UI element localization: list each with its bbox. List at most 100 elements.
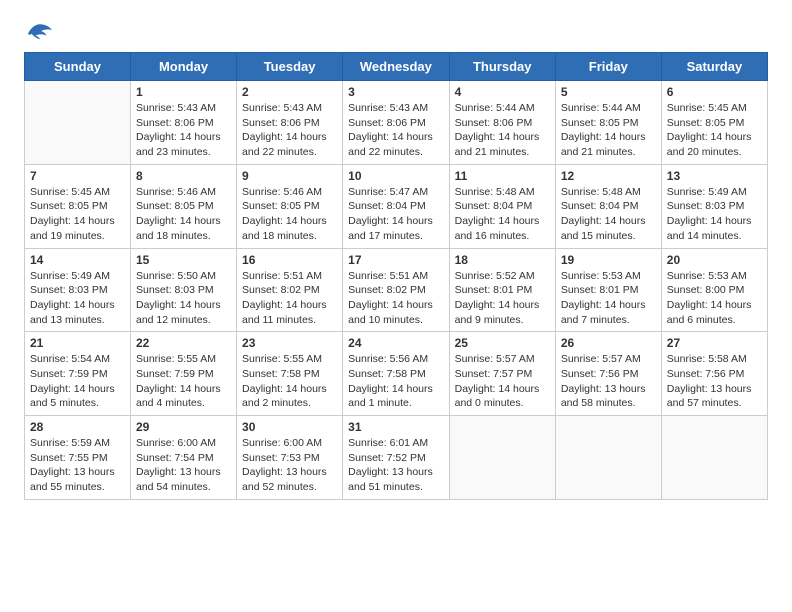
calendar-week-row: 28 Sunrise: 5:59 AM Sunset: 7:55 PM Dayli…: [25, 416, 768, 500]
day-info: Sunrise: 6:00 AM Sunset: 7:54 PM Dayligh…: [136, 436, 231, 495]
day-number: 10: [348, 169, 443, 183]
calendar-week-row: 7 Sunrise: 5:45 AM Sunset: 8:05 PM Daylig…: [25, 164, 768, 248]
day-info: Sunrise: 5:48 AM Sunset: 8:04 PM Dayligh…: [561, 185, 656, 244]
calendar-day-cell: 10 Sunrise: 5:47 AM Sunset: 8:04 PM Dayli…: [343, 164, 449, 248]
day-number: 2: [242, 85, 337, 99]
day-number: 4: [455, 85, 550, 99]
calendar-day-cell: 13 Sunrise: 5:49 AM Sunset: 8:03 PM Dayli…: [661, 164, 767, 248]
day-info: Sunrise: 5:53 AM Sunset: 8:00 PM Dayligh…: [667, 269, 762, 328]
calendar-day-header: Tuesday: [237, 53, 343, 81]
day-number: 13: [667, 169, 762, 183]
calendar-day-header: Saturday: [661, 53, 767, 81]
day-number: 14: [30, 253, 125, 267]
calendar-day-cell: 28 Sunrise: 5:59 AM Sunset: 7:55 PM Dayli…: [25, 416, 131, 500]
calendar-day-cell: 9Sunrise: 5:46 AM Sunset: 8:05 PM Daylig…: [237, 164, 343, 248]
day-info: Sunrise: 5:46 AM Sunset: 8:05 PM Dayligh…: [242, 185, 337, 244]
day-info: Sunrise: 5:43 AM Sunset: 8:06 PM Dayligh…: [348, 101, 443, 160]
day-number: 12: [561, 169, 656, 183]
calendar-day-cell: 3 Sunrise: 5:43 AM Sunset: 8:06 PM Daylig…: [343, 81, 449, 165]
day-number: 19: [561, 253, 656, 267]
calendar-day-cell: 21 Sunrise: 5:54 AM Sunset: 7:59 PM Dayli…: [25, 332, 131, 416]
day-number: 5: [561, 85, 656, 99]
day-number: 3: [348, 85, 443, 99]
calendar-day-cell: 16 Sunrise: 5:51 AM Sunset: 8:02 PM Dayli…: [237, 248, 343, 332]
calendar-day-cell: 5 Sunrise: 5:44 AM Sunset: 8:05 PM Daylig…: [555, 81, 661, 165]
calendar-day-cell: 4 Sunrise: 5:44 AM Sunset: 8:06 PM Daylig…: [449, 81, 555, 165]
day-number: 23: [242, 336, 337, 350]
calendar-header-row: SundayMondayTuesdayWednesdayThursdayFrid…: [25, 53, 768, 81]
calendar-day-cell: 22 Sunrise: 5:55 AM Sunset: 7:59 PM Dayli…: [131, 332, 237, 416]
day-info: Sunrise: 5:51 AM Sunset: 8:02 PM Dayligh…: [348, 269, 443, 328]
logo: [24, 20, 54, 42]
day-info: Sunrise: 5:57 AM Sunset: 7:56 PM Dayligh…: [561, 352, 656, 411]
calendar-day-header: Monday: [131, 53, 237, 81]
calendar-day-header: Wednesday: [343, 53, 449, 81]
calendar-day-cell: 20 Sunrise: 5:53 AM Sunset: 8:00 PM Dayli…: [661, 248, 767, 332]
header: [24, 20, 768, 42]
day-number: 31: [348, 420, 443, 434]
calendar-day-header: Friday: [555, 53, 661, 81]
day-info: Sunrise: 5:52 AM Sunset: 8:01 PM Dayligh…: [455, 269, 550, 328]
day-info: Sunrise: 5:44 AM Sunset: 8:05 PM Dayligh…: [561, 101, 656, 160]
day-number: 6: [667, 85, 762, 99]
calendar-day-cell: 29 Sunrise: 6:00 AM Sunset: 7:54 PM Dayli…: [131, 416, 237, 500]
day-number: 20: [667, 253, 762, 267]
day-number: 27: [667, 336, 762, 350]
calendar-day-cell: 8Sunrise: 5:46 AM Sunset: 8:05 PM Daylig…: [131, 164, 237, 248]
day-info: Sunrise: 5:43 AM Sunset: 8:06 PM Dayligh…: [136, 101, 231, 160]
calendar-day-cell: 12 Sunrise: 5:48 AM Sunset: 8:04 PM Dayli…: [555, 164, 661, 248]
calendar-day-header: Thursday: [449, 53, 555, 81]
calendar-week-row: 14 Sunrise: 5:49 AM Sunset: 8:03 PM Dayli…: [25, 248, 768, 332]
day-number: 8: [136, 169, 231, 183]
calendar-day-cell: 31 Sunrise: 6:01 AM Sunset: 7:52 PM Dayli…: [343, 416, 449, 500]
day-info: Sunrise: 5:45 AM Sunset: 8:05 PM Dayligh…: [30, 185, 125, 244]
calendar-day-cell: 19Sunrise: 5:53 AM Sunset: 8:01 PM Dayli…: [555, 248, 661, 332]
day-info: Sunrise: 5:55 AM Sunset: 7:58 PM Dayligh…: [242, 352, 337, 411]
day-info: Sunrise: 5:50 AM Sunset: 8:03 PM Dayligh…: [136, 269, 231, 328]
day-info: Sunrise: 5:57 AM Sunset: 7:57 PM Dayligh…: [455, 352, 550, 411]
day-info: Sunrise: 5:47 AM Sunset: 8:04 PM Dayligh…: [348, 185, 443, 244]
day-info: Sunrise: 5:49 AM Sunset: 8:03 PM Dayligh…: [667, 185, 762, 244]
day-number: 22: [136, 336, 231, 350]
calendar-week-row: 21 Sunrise: 5:54 AM Sunset: 7:59 PM Dayli…: [25, 332, 768, 416]
day-number: 7: [30, 169, 125, 183]
calendar-day-cell: 14 Sunrise: 5:49 AM Sunset: 8:03 PM Dayli…: [25, 248, 131, 332]
calendar-day-cell: 23 Sunrise: 5:55 AM Sunset: 7:58 PM Dayli…: [237, 332, 343, 416]
day-number: 25: [455, 336, 550, 350]
day-number: 29: [136, 420, 231, 434]
day-number: 28: [30, 420, 125, 434]
calendar-day-cell: 25 Sunrise: 5:57 AM Sunset: 7:57 PM Dayli…: [449, 332, 555, 416]
day-number: 15: [136, 253, 231, 267]
day-info: Sunrise: 5:54 AM Sunset: 7:59 PM Dayligh…: [30, 352, 125, 411]
calendar-day-cell: 6 Sunrise: 5:45 AM Sunset: 8:05 PM Daylig…: [661, 81, 767, 165]
day-info: Sunrise: 5:49 AM Sunset: 8:03 PM Dayligh…: [30, 269, 125, 328]
calendar-day-cell: 26Sunrise: 5:57 AM Sunset: 7:56 PM Dayli…: [555, 332, 661, 416]
day-info: Sunrise: 5:58 AM Sunset: 7:56 PM Dayligh…: [667, 352, 762, 411]
day-number: 16: [242, 253, 337, 267]
calendar-day-header: Sunday: [25, 53, 131, 81]
calendar-day-cell: 18Sunrise: 5:52 AM Sunset: 8:01 PM Dayli…: [449, 248, 555, 332]
calendar-day-cell: 11 Sunrise: 5:48 AM Sunset: 8:04 PM Dayli…: [449, 164, 555, 248]
day-number: 17: [348, 253, 443, 267]
day-number: 11: [455, 169, 550, 183]
day-info: Sunrise: 5:51 AM Sunset: 8:02 PM Dayligh…: [242, 269, 337, 328]
day-info: Sunrise: 5:56 AM Sunset: 7:58 PM Dayligh…: [348, 352, 443, 411]
calendar-day-cell: 17 Sunrise: 5:51 AM Sunset: 8:02 PM Dayli…: [343, 248, 449, 332]
calendar-day-cell: 24Sunrise: 5:56 AM Sunset: 7:58 PM Dayli…: [343, 332, 449, 416]
calendar-day-cell: 7 Sunrise: 5:45 AM Sunset: 8:05 PM Daylig…: [25, 164, 131, 248]
day-info: Sunrise: 5:45 AM Sunset: 8:05 PM Dayligh…: [667, 101, 762, 160]
calendar-day-cell: 2Sunrise: 5:43 AM Sunset: 8:06 PM Daylig…: [237, 81, 343, 165]
calendar-day-cell: 27 Sunrise: 5:58 AM Sunset: 7:56 PM Dayli…: [661, 332, 767, 416]
calendar-day-cell: [25, 81, 131, 165]
day-number: 30: [242, 420, 337, 434]
calendar-day-cell: 30Sunrise: 6:00 AM Sunset: 7:53 PM Dayli…: [237, 416, 343, 500]
day-number: 21: [30, 336, 125, 350]
day-info: Sunrise: 6:01 AM Sunset: 7:52 PM Dayligh…: [348, 436, 443, 495]
calendar-day-cell: [661, 416, 767, 500]
day-info: Sunrise: 5:59 AM Sunset: 7:55 PM Dayligh…: [30, 436, 125, 495]
day-info: Sunrise: 5:44 AM Sunset: 8:06 PM Dayligh…: [455, 101, 550, 160]
calendar-day-cell: 1Sunrise: 5:43 AM Sunset: 8:06 PM Daylig…: [131, 81, 237, 165]
calendar-day-cell: [449, 416, 555, 500]
day-info: Sunrise: 5:55 AM Sunset: 7:59 PM Dayligh…: [136, 352, 231, 411]
day-info: Sunrise: 5:48 AM Sunset: 8:04 PM Dayligh…: [455, 185, 550, 244]
